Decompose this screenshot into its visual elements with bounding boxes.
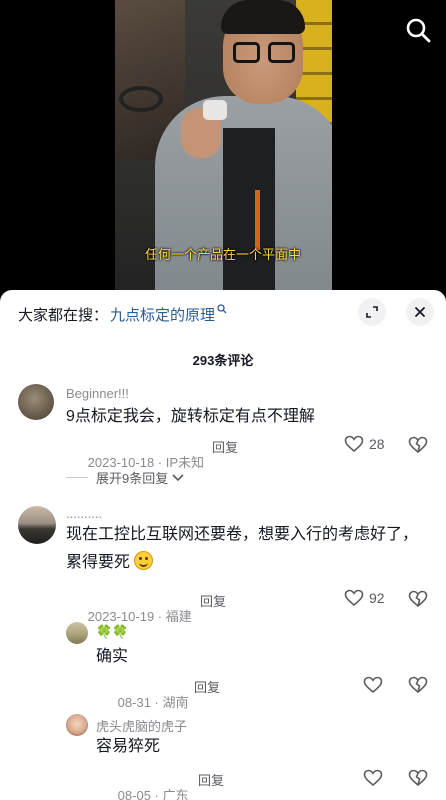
like-button[interactable]: 92 [344, 589, 385, 607]
comment-username[interactable]: .......... [66, 506, 102, 521]
like-button[interactable]: 28 [344, 435, 385, 453]
search-icon [217, 303, 227, 317]
broken-heart-icon [408, 676, 428, 694]
comment-text: 现在工控比互联网还要卷，想要入行的考虑好了， [66, 526, 419, 543]
avatar[interactable] [66, 622, 88, 644]
reply-location: 广东 [162, 788, 189, 800]
video-player[interactable]: 任何一个产品在一个平面中 [0, 0, 446, 292]
reply-item: 虎头虎脑的虎子 容易猝死 08-05 · 广东 回复 [0, 714, 446, 800]
expand-replies-label: 展开9条回复 [96, 471, 169, 486]
close-button[interactable] [406, 298, 434, 326]
presenter-hair [221, 0, 305, 34]
comment-count: 293条评论 [192, 353, 254, 368]
comment-item: Beginner!!! 9点标定我会，旋转标定有点不理解 2023-10-18 … [0, 382, 446, 492]
dislike-button[interactable] [408, 676, 428, 694]
heart-icon [344, 435, 364, 453]
expand-icon [366, 306, 378, 318]
expand-button[interactable] [358, 298, 386, 326]
chevron-down-icon [172, 473, 184, 481]
reply-username[interactable]: 🍀🍀 [96, 624, 128, 640]
heart-icon [344, 589, 364, 607]
related-search-prefix: 大家都在搜： [18, 306, 109, 324]
avatar[interactable] [18, 384, 54, 420]
like-count: 28 [369, 436, 385, 452]
comment-text-end: 累得要死 [66, 554, 131, 571]
close-icon [414, 306, 426, 318]
related-search-bar[interactable]: 大家都在搜： 九点标定的原理 [18, 303, 227, 325]
broken-heart-icon [408, 769, 428, 787]
smiling-emoji-icon [134, 551, 154, 570]
reply-text: 确实 [96, 648, 129, 665]
reply-item: 🍀🍀 确实 08-31 · 湖南 回复 [0, 620, 446, 710]
like-button[interactable] [363, 676, 383, 694]
comment-username[interactable]: Beginner!!! [66, 386, 129, 401]
avatar[interactable] [66, 714, 88, 736]
presenter-glasses [233, 42, 295, 64]
dislike-button[interactable] [408, 590, 428, 608]
like-count: 92 [369, 590, 385, 606]
like-button[interactable] [363, 769, 383, 787]
dislike-button[interactable] [408, 769, 428, 787]
reply-date: 08-05 [117, 788, 151, 800]
reply-date: 08-31 [117, 695, 151, 710]
reply-text: 容易猝死 [96, 738, 161, 755]
search-icon[interactable] [404, 16, 432, 44]
divider [66, 477, 88, 478]
video-subtitle: 任何一个产品在一个平面中 [144, 247, 301, 262]
heart-icon [363, 769, 383, 787]
reply-button[interactable]: 回复 [194, 677, 220, 696]
heart-icon [363, 676, 383, 694]
reply-button[interactable]: 回复 [198, 770, 224, 789]
presenter-zip [255, 190, 260, 250]
reply-button[interactable]: 回复 [200, 591, 226, 610]
comment-text: 9点标定我会，旋转标定有点不理解 [66, 408, 315, 425]
held-part [203, 100, 227, 120]
presenter-shirt [223, 128, 275, 292]
reply-button[interactable]: 回复 [212, 437, 238, 456]
reply-username[interactable]: 虎头虎脑的虎子 [96, 716, 187, 735]
comment-item: .......... 现在工控比互联网还要卷，想要入行的考虑好了， 累得要死 2… [0, 504, 446, 624]
broken-heart-icon [408, 436, 428, 454]
avatar[interactable] [18, 506, 56, 544]
comment-text-line2: 累得要死 [66, 550, 154, 576]
broken-heart-icon [408, 590, 428, 608]
reply-meta: 08-05 · 广东 [96, 770, 189, 800]
reply-location: 湖南 [162, 695, 189, 710]
dislike-button[interactable] [408, 436, 428, 454]
comment-sheet: 大家都在搜： 九点标定的原理 293条评论 Beginner!!! 9点标定我会… [0, 290, 446, 800]
expand-replies-button[interactable]: 展开9条回复 [66, 468, 185, 487]
video-cable-coil [119, 86, 163, 112]
related-search-term[interactable]: 九点标定的原理 [110, 304, 215, 325]
